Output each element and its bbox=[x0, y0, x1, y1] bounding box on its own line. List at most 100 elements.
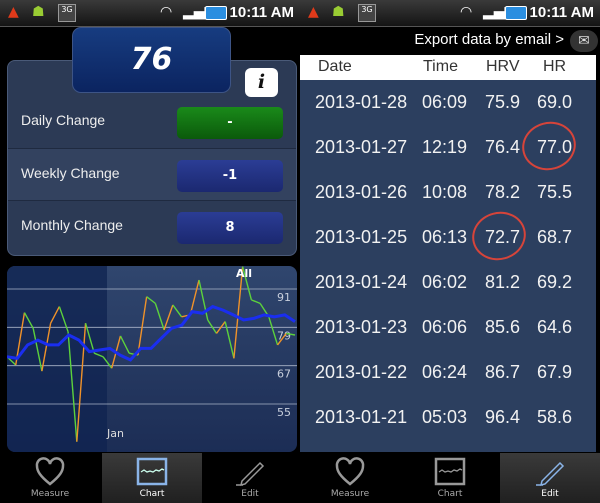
chart-svg: 55677991 All Jan bbox=[7, 266, 297, 452]
hrv-line-segment bbox=[172, 304, 183, 318]
time-cell: 06:06 bbox=[422, 317, 468, 337]
table-row[interactable]: 2013-01-28 06:09 75.9 69.0 bbox=[300, 80, 596, 125]
date-cell: 2013-01-26 bbox=[315, 182, 408, 202]
hr-cell: 69.2 bbox=[537, 272, 573, 292]
monthly-change-label: Monthly Change bbox=[21, 217, 123, 233]
heart-icon bbox=[335, 457, 365, 486]
date-cell: 2013-01-22 bbox=[315, 362, 408, 382]
hrv-cell: 81.2 bbox=[485, 272, 521, 292]
weekly-change-value: -1 bbox=[177, 160, 283, 192]
hrv-line-segment bbox=[251, 299, 261, 305]
clock: 10:11 AM bbox=[529, 4, 594, 21]
col-date: Date bbox=[318, 58, 352, 75]
hr-cell: 58.6 bbox=[537, 407, 573, 427]
tab-edit[interactable]: Edit bbox=[500, 453, 600, 503]
hrv-line-segment bbox=[137, 296, 148, 356]
tab-measure[interactable]: Measure bbox=[300, 453, 400, 503]
col-hr: HR bbox=[543, 58, 567, 75]
tab-chart[interactable]: Chart bbox=[400, 453, 500, 503]
hrv-cell: 76.4 bbox=[485, 137, 521, 157]
chart-icon bbox=[434, 457, 466, 486]
time-cell: 10:08 bbox=[422, 182, 468, 202]
daily-change-value: - bbox=[177, 107, 283, 139]
pencil-icon bbox=[236, 461, 265, 487]
battery-icon bbox=[505, 6, 527, 20]
range-label[interactable]: All bbox=[236, 267, 252, 280]
hrv-line-segment bbox=[163, 304, 174, 331]
tab-edit-label: Edit bbox=[541, 489, 559, 499]
3g-icon: 3G bbox=[58, 4, 76, 22]
hrv-line-segment bbox=[233, 266, 244, 359]
time-cell: 05:03 bbox=[422, 407, 468, 427]
y-tick-label: 91 bbox=[277, 291, 291, 304]
time-cell: 06:13 bbox=[422, 227, 468, 247]
wifi-icon: ◠ bbox=[160, 4, 173, 20]
hrv-cell: 86.7 bbox=[485, 362, 521, 382]
date-cell: 2013-01-28 bbox=[315, 92, 408, 112]
export-email-link[interactable]: Export data by email > bbox=[414, 28, 564, 52]
hrv-line-segment bbox=[146, 296, 156, 304]
date-cell: 2013-01-25 bbox=[315, 227, 408, 247]
android-icon: ☗ bbox=[332, 4, 345, 20]
clock: 10:11 AM bbox=[229, 4, 294, 21]
time-cell: 12:19 bbox=[422, 137, 468, 157]
pencil-icon bbox=[536, 461, 565, 487]
battery-icon bbox=[205, 6, 227, 20]
tab-chart[interactable]: Chart bbox=[102, 453, 202, 503]
hrv-cell: 96.4 bbox=[485, 407, 521, 427]
chart-screen: ▲ ☗ 3G ◠ ▂▄▆ 10:11 AM 76 i Daily Change … bbox=[0, 0, 300, 503]
hrv-cell: 85.6 bbox=[485, 317, 521, 337]
bottom-nav: Measure Chart Edit bbox=[300, 453, 600, 503]
hrv-line-segment bbox=[154, 303, 165, 331]
hr-cell: 75.5 bbox=[537, 182, 573, 202]
3g-icon: 3G bbox=[358, 4, 376, 22]
date-cell: 2013-01-24 bbox=[315, 272, 408, 292]
hrv-cell: 75.9 bbox=[485, 92, 521, 112]
table-row[interactable]: 2013-01-26 10:08 78.2 75.5 bbox=[300, 170, 596, 215]
tab-chart-label: Chart bbox=[437, 489, 463, 499]
col-time: Time bbox=[423, 58, 458, 75]
hr-cell: 69.0 bbox=[537, 92, 573, 112]
tab-measure-label: Measure bbox=[330, 489, 370, 499]
daily-change-label: Daily Change bbox=[21, 112, 106, 128]
history-screen: ▲ ☗ 3G ◠ ▂▄▆ 10:11 AM Export data by ema… bbox=[300, 0, 600, 503]
mail-icon[interactable]: ✉ bbox=[570, 30, 598, 52]
status-bar: ▲ ☗ 3G ◠ ▂▄▆ 10:11 AM bbox=[0, 0, 300, 27]
android-icon: ☗ bbox=[32, 4, 45, 20]
wifi-icon: ◠ bbox=[460, 4, 473, 20]
heart-icon bbox=[35, 457, 65, 486]
date-cell: 2013-01-23 bbox=[315, 317, 408, 337]
hrv-line-segment bbox=[119, 335, 130, 354]
monthly-change-row: Monthly Change 8 bbox=[8, 200, 296, 252]
hr-cell: 68.7 bbox=[537, 227, 573, 247]
info-button[interactable]: i bbox=[245, 68, 278, 97]
table-row[interactable]: 2013-01-23 06:06 85.6 64.6 bbox=[300, 305, 596, 350]
col-hrv: HRV bbox=[486, 58, 520, 75]
tab-measure[interactable]: Measure bbox=[0, 453, 100, 503]
time-cell: 06:09 bbox=[422, 92, 468, 112]
status-bar: ▲ ☗ 3G ◠ ▂▄▆ 10:11 AM bbox=[300, 0, 600, 27]
tab-measure-label: Measure bbox=[30, 489, 70, 499]
current-hrv-value: 76 bbox=[72, 27, 231, 93]
pre-january-region bbox=[7, 266, 107, 452]
tab-chart-label: Chart bbox=[139, 489, 165, 499]
table-header: Date Time HRV HR bbox=[300, 55, 596, 80]
table-row[interactable]: 2013-01-22 06:24 86.7 67.9 bbox=[300, 350, 596, 395]
date-cell: 2013-01-21 bbox=[315, 407, 408, 427]
monthly-change-value: 8 bbox=[177, 212, 283, 244]
table-row[interactable]: 2013-01-25 06:13 72.7 68.7 bbox=[300, 215, 596, 260]
warning-icon: ▲ bbox=[308, 4, 319, 20]
daily-change-row: Daily Change - bbox=[8, 96, 296, 148]
hrv-chart[interactable]: 55677991 All Jan bbox=[7, 266, 297, 452]
hrv-line-segment bbox=[207, 319, 218, 334]
table-row[interactable]: 2013-01-24 06:02 81.2 69.2 bbox=[300, 260, 596, 305]
hrv-cell: 78.2 bbox=[485, 182, 521, 202]
time-cell: 06:02 bbox=[422, 272, 468, 292]
tab-edit[interactable]: Edit bbox=[200, 453, 300, 503]
table-row[interactable]: 2013-01-21 05:03 96.4 58.6 bbox=[300, 395, 596, 440]
hr-cell: 67.9 bbox=[537, 362, 573, 382]
bottom-nav: Measure Chart Edit bbox=[0, 453, 300, 503]
weekly-change-row: Weekly Change -1 bbox=[8, 148, 296, 200]
warning-icon: ▲ bbox=[8, 4, 19, 20]
hrv-line-segment bbox=[189, 279, 200, 316]
